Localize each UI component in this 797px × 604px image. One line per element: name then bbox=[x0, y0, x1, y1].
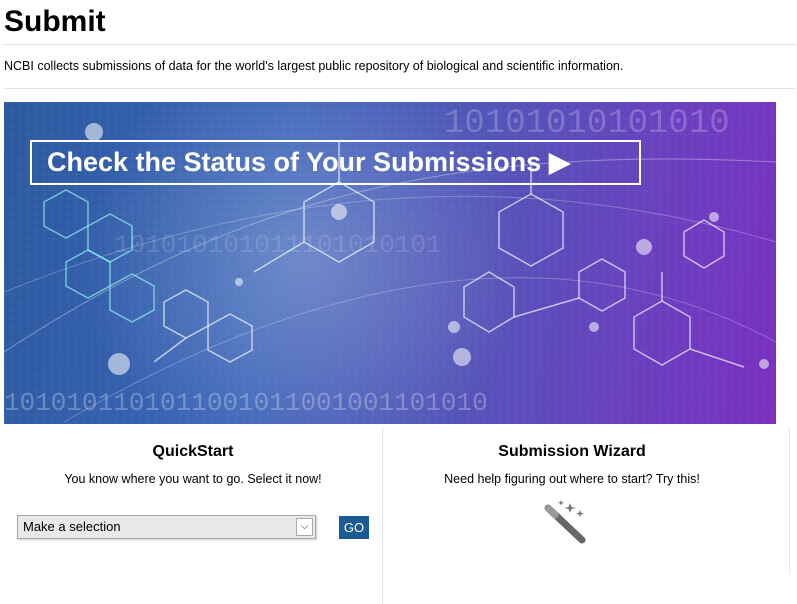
wizard-title: Submission Wizard bbox=[498, 443, 646, 460]
binary-decoration-top: 10101010101010 bbox=[444, 105, 730, 143]
check-status-link[interactable]: Check the Status of Your Submissions ▶ bbox=[30, 140, 641, 185]
check-status-label: Check the Status of Your Submissions bbox=[47, 147, 542, 177]
quickstart-text: You know where you want to go. Select it… bbox=[64, 472, 322, 486]
chevron-down-icon[interactable]: ⌵ bbox=[296, 518, 313, 536]
binary-decoration-middle: 101010101011101010101 bbox=[114, 230, 442, 260]
quickstart-select[interactable]: Make a selection ⌵ bbox=[17, 515, 316, 539]
wizard-text: Need help figuring out where to start? T… bbox=[444, 472, 700, 486]
page-title: Submit bbox=[4, 5, 106, 38]
quickstart-title: QuickStart bbox=[152, 443, 234, 460]
divider bbox=[4, 44, 796, 45]
intro-text: NCBI collects submissions of data for th… bbox=[4, 59, 624, 73]
divider bbox=[4, 88, 796, 89]
binary-decoration-bottom: 1010101101011001011001001101010 bbox=[4, 388, 488, 418]
play-arrow-icon: ▶ bbox=[549, 147, 570, 177]
select-value: Make a selection bbox=[23, 519, 121, 534]
go-button[interactable]: GO bbox=[339, 516, 369, 539]
magic-wand-icon[interactable] bbox=[542, 500, 588, 546]
status-banner[interactable]: 10101010101010 101010101011101010101 101… bbox=[4, 102, 776, 424]
right-border bbox=[789, 428, 790, 574]
